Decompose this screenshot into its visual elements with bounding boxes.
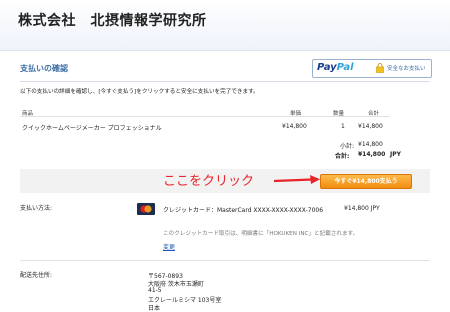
item-qty: 1 xyxy=(341,123,345,130)
instructions-text: 以下の支払いの詳細を確認し、[今すぐ支払う]をクリックすると安全に支払いを完了で… xyxy=(20,89,259,95)
paypal-badge: PayPal 安全なお支払い xyxy=(312,59,432,78)
item-price: ¥14,800 xyxy=(282,123,307,130)
card-amount: ¥14,800 JPY xyxy=(344,205,380,212)
page-title: 支払いの確認 xyxy=(20,64,68,73)
divider xyxy=(20,81,430,82)
shipping-address-label: 配送先住所: xyxy=(20,272,53,279)
arrow-right-icon xyxy=(274,175,320,184)
company-name: 株式会社 北摂情報学研究所 xyxy=(18,13,207,29)
item-total: ¥14,800 xyxy=(358,123,383,130)
subtotal-value: ¥14,800 xyxy=(358,141,383,148)
subtotal-label: 小計: xyxy=(340,143,355,150)
click-here-annotation: ここをクリック xyxy=(163,174,255,189)
statement-note: このクレジットカード取引は、明細書に「HOKUKEN INC」と記載されます。 xyxy=(163,231,359,237)
divider xyxy=(20,260,430,261)
page-header: 株式会社 北摂情報学研究所 xyxy=(0,0,450,51)
paypal-logo: PayPal xyxy=(317,62,354,73)
card-details: クレジットカード：MasterCard XXXX-XXXX-XXXX-7006 xyxy=(163,207,324,214)
total-value: ¥14,800 xyxy=(358,151,386,158)
table-header-divider xyxy=(20,116,390,117)
total-currency: JPY xyxy=(390,151,401,158)
item-name: クイックホームページメーカー プロフェッショナル xyxy=(22,125,162,132)
address-line: 41-5 xyxy=(148,287,162,294)
pay-now-button[interactable]: 今すぐ¥14,800支払う xyxy=(320,174,412,189)
total-label: 合計: xyxy=(335,153,350,160)
lock-icon xyxy=(376,63,384,73)
payment-method-label: 支払い方法: xyxy=(20,205,53,212)
secure-payment-label: 安全なお支払い xyxy=(387,66,426,72)
mastercard-icon xyxy=(137,203,155,215)
change-payment-link[interactable]: 変更 xyxy=(163,242,175,251)
